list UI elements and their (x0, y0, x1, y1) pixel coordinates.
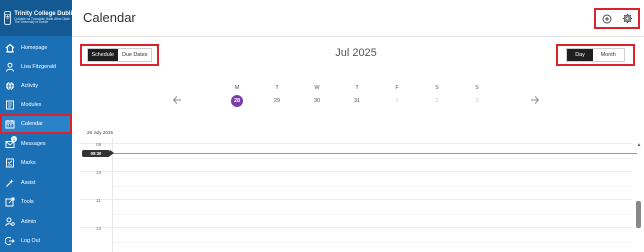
user-icon (5, 62, 15, 72)
header-actions (594, 8, 640, 29)
week-day-thu[interactable]: T 31 (346, 85, 368, 107)
weekday-letter: T (355, 85, 359, 91)
weekday-date: 31 (353, 98, 361, 104)
weekday-date: 2 (435, 98, 439, 104)
admin-icon (5, 217, 15, 227)
weekday-letter: S (475, 85, 479, 91)
sidebar-item-profile[interactable]: Lisa Fitzgerald (0, 57, 72, 77)
hour-row[interactable]: 11 (80, 199, 632, 227)
weekday-letter: F (395, 85, 399, 91)
day-view-button[interactable]: Day (567, 49, 593, 61)
weekday-date: 1 (395, 98, 399, 104)
hour-label: 11 (96, 199, 101, 204)
assist-icon (5, 178, 15, 188)
sidebar: ⛨ Trinity College Dublin Coláiste na Trí… (0, 0, 76, 252)
sidebar-item-label: Homepage (21, 45, 48, 51)
month-label: Jul 2025 (335, 47, 377, 59)
sidebar-item-assist[interactable]: Assist (0, 173, 72, 193)
page-title: Calendar (83, 10, 136, 25)
sidebar-item-label: Tools (21, 199, 34, 205)
view-toggle-group: Schedule Due Dates (80, 44, 159, 66)
half-hour-line (113, 186, 632, 187)
weekday-letter: S (435, 85, 439, 91)
brand-logo[interactable]: ⛨ Trinity College Dublin Coláiste na Trí… (0, 0, 76, 36)
hour-row[interactable]: 12 (80, 227, 632, 252)
week-day-mon[interactable]: M 28 (226, 85, 248, 107)
sidebar-item-calendar[interactable]: Calendar (0, 114, 72, 134)
weekday-date: 30 (313, 98, 321, 104)
current-time-marker: 09:30 (82, 150, 114, 157)
next-week-arrow-icon[interactable] (530, 93, 540, 105)
sidebar-item-label: Log Out (21, 238, 41, 244)
sidebar-item-activity[interactable]: Activity (0, 76, 72, 96)
week-day-fri[interactable]: F 1 (386, 85, 408, 107)
weekday-letter: T (275, 85, 279, 91)
week-day-sun[interactable]: S 3 (466, 85, 488, 107)
home-icon (5, 43, 15, 53)
sidebar-item-label: Lisa Fitzgerald (21, 64, 57, 70)
add-event-icon[interactable] (601, 13, 613, 25)
messages-badge: 1 (11, 136, 17, 142)
month-view-button[interactable]: Month (592, 49, 624, 61)
due-dates-tab[interactable]: Due Dates (118, 49, 152, 61)
schedule-tab[interactable]: Schedule (87, 49, 118, 61)
globe-icon (5, 81, 15, 91)
hour-label: 09 (96, 143, 102, 148)
current-time-line (82, 153, 637, 154)
hour-row[interactable]: 09 (80, 143, 632, 171)
hour-row[interactable]: 10 (80, 171, 632, 199)
weekday-date: 29 (273, 98, 281, 104)
selected-date-label: 28 July 2025 (87, 130, 114, 135)
sidebar-item-label: Calendar (21, 121, 43, 127)
weekday-letter: W (314, 85, 320, 91)
week-day-wed[interactable]: W 30 (306, 85, 328, 107)
hour-label: 10 (96, 171, 102, 176)
sidebar-item-label: Activity (21, 83, 39, 89)
sidebar-item-homepage[interactable]: Homepage (0, 38, 72, 58)
book-icon (5, 100, 15, 110)
sidebar-item-logout[interactable]: Log Out (0, 231, 72, 251)
hour-label: 12 (96, 227, 102, 232)
sidebar-item-marks[interactable]: Marks (0, 153, 72, 173)
range-toggle-group: Day Month (556, 44, 635, 66)
marks-icon (5, 158, 15, 168)
sidebar-item-admin[interactable]: Admin (0, 212, 72, 232)
logout-icon (5, 236, 15, 246)
previous-week-arrow-icon[interactable] (172, 93, 182, 105)
weekday-letter: M (234, 85, 240, 91)
crest-icon: ⛨ (4, 11, 12, 25)
weekday-date: 3 (475, 98, 479, 104)
day-timeline[interactable]: 09 10 11 12 (80, 138, 632, 252)
sidebar-item-label: Messages (21, 141, 46, 147)
week-day-sat[interactable]: S 2 (426, 85, 448, 107)
timeline-scrollbar[interactable] (636, 140, 642, 252)
settings-gear-icon[interactable] (622, 13, 634, 25)
half-hour-line (113, 242, 632, 243)
sidebar-item-tools[interactable]: Tools (0, 192, 72, 212)
sidebar-item-label: Assist (21, 180, 36, 186)
scrollbar-thumb[interactable] (636, 201, 641, 228)
sidebar-item-label: Admin (21, 219, 37, 225)
half-hour-line (113, 158, 632, 159)
sidebar-item-messages[interactable]: 1 Messages (0, 134, 72, 154)
sidebar-item-modules[interactable]: Modules (0, 95, 72, 115)
calendar-icon (5, 119, 15, 129)
page-header: Calendar (72, 0, 644, 37)
tools-icon (5, 197, 15, 207)
sidebar-item-label: Marks (21, 160, 36, 166)
brand-line3: The University of Dublin (14, 20, 49, 25)
week-day-tue[interactable]: T 29 (266, 85, 288, 107)
scroll-up-arrow-icon[interactable]: ▲ (636, 142, 642, 148)
sidebar-item-label: Modules (21, 102, 42, 108)
weekday-date-today: 28 (231, 95, 243, 107)
half-hour-line (113, 214, 632, 215)
